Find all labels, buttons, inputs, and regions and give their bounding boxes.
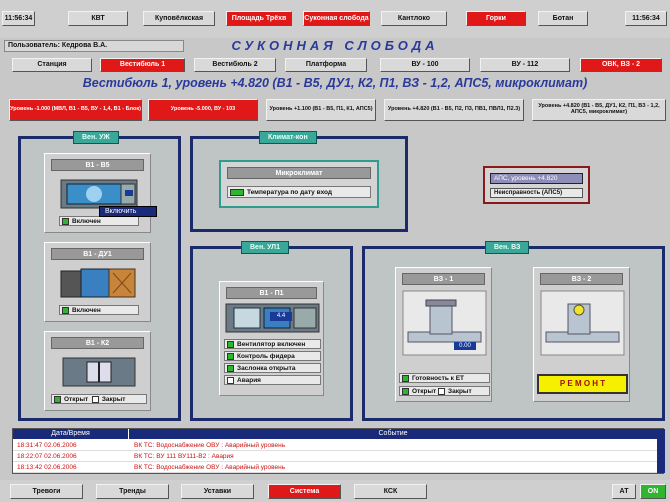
unit-vz-2-label: ВЗ - 2 — [540, 273, 623, 285]
unit-v1-p1[interactable]: В1 - П1 4.4 Вентилятор включен Контроль … — [219, 281, 324, 396]
unit-v1-du1-status: Включен — [59, 305, 139, 315]
top-nav-botan[interactable]: Ботан — [538, 11, 588, 26]
event-row[interactable]: 18:13:42 02.06.2006 ВК ТС: Водоснабжение … — [13, 462, 657, 473]
unit-v1-v5-label: В1 - В5 — [51, 159, 144, 171]
unit-vz-1[interactable]: ВЗ - 1 0.00 Готовность к ЕТ Открыт Закры… — [395, 267, 492, 402]
bottom-nav-ksk[interactable]: КСК — [354, 484, 427, 499]
bottom-nav-trends[interactable]: Тренды — [96, 484, 169, 499]
p1-status-alarm: Авария — [224, 375, 321, 385]
vz1-status-valve: Открыт Закрыт — [399, 386, 490, 396]
events-rows: 18:31:47 02.06.2006 ВК ТС: Водоснабжение … — [13, 440, 657, 473]
top-clock-right: 11:56:34 — [625, 11, 667, 26]
event-time: 18:13:42 02.06.2006 — [17, 464, 77, 471]
unit-v1-du1-label: В1 - ДУ1 — [51, 248, 144, 260]
top-nav: 11:56:34 КВТ Куповёлкская Площадь Трёхв … — [0, 0, 670, 38]
event-row[interactable]: 18:31:47 02.06.2006 ВК ТС: Водоснабжение … — [13, 440, 657, 451]
climate-row: Температура по дату вход — [227, 186, 371, 198]
unit-v1-v5[interactable]: В1 - В5 Включен — [44, 153, 151, 233]
user-bar: Пользователь: Кедрова В.А. — [4, 40, 184, 52]
sub-nav-vest2[interactable]: Вестибюль 2 — [194, 58, 276, 72]
event-text: ВК ТС: ВУ 111 ВУ111-В2 : Авария — [134, 453, 234, 460]
level-tab-3[interactable]: Уровень +1.100 (В1 - В5, П1, К1, АПС5) — [266, 99, 376, 121]
top-nav-ploshad[interactable]: Площадь Трёхв — [226, 11, 292, 26]
level-tab-1[interactable]: Уровень -1.000 (МВЛ, В1 - В5, ВУ - 1,4, … — [9, 99, 142, 121]
panel-climate-title: Климат-кон — [259, 131, 317, 144]
event-text: ВК ТС: Водоснабжение ОВУ : Аварийный уро… — [134, 442, 286, 449]
sub-nav-ovk[interactable]: ОВК, ВЗ - 2 — [580, 58, 662, 72]
event-text: ВК ТС: Водоснабжение ОВУ : Аварийный уро… — [134, 464, 286, 471]
bottom-nav-alarms[interactable]: Тревоги — [10, 484, 83, 499]
top-nav-kupov[interactable]: Куповёлкская — [143, 11, 215, 26]
bottom-code: АТ — [612, 484, 636, 499]
top-nav-kvt[interactable]: КВТ — [68, 11, 128, 26]
sub-nav-vest1[interactable]: Вестибюль 1 — [100, 58, 185, 72]
valve-icon — [540, 290, 625, 356]
event-time: 18:22:07 02.06.2006 — [17, 453, 77, 460]
climate-header: Микроклимат — [227, 167, 371, 179]
aps-fault: Неисправность (АПС5) — [490, 188, 583, 198]
sub-nav-station[interactable]: Станция — [12, 58, 92, 72]
panel-climate: Климат-кон Микроклимат Температура по да… — [190, 131, 408, 232]
unit-v1-k2-status: Открыт Закрыт — [51, 394, 147, 404]
unit-v1-p1-label: В1 - П1 — [226, 287, 317, 299]
station-title: СУКОННАЯ СЛОБОДА — [231, 38, 439, 53]
level-tabs: Уровень -1.000 (МВЛ, В1 - В5, ВУ - 1,4, … — [0, 97, 670, 123]
climate-box[interactable]: Микроклимат Температура по дату вход — [219, 160, 379, 208]
panel-vent-vz: Вен. ВЗ ВЗ - 1 0.00 Готовность к ЕТ Откр… — [362, 241, 665, 421]
panel-vent-uzh: Вен. УЖ В1 - В5 Включен Включить В1 - ДУ… — [18, 131, 181, 421]
bottom-indicator: ON — [640, 484, 666, 499]
unit-v1-v5-status: Включен — [59, 216, 139, 226]
sub-nav-vu112[interactable]: ВУ - 112 — [480, 58, 570, 72]
smoke-fan-icon — [60, 268, 136, 298]
bottom-nav: Тревоги Тренды Уставки Система КСК АТ ON — [0, 480, 670, 502]
p1-status-fan: Вентилятор включен — [224, 339, 321, 349]
aps-box[interactable]: АПС, уровень +4.820 Неисправность (АПС5) — [483, 166, 590, 204]
top-nav-kantlo[interactable]: Кантлоко — [381, 11, 447, 26]
top-nav-sukonnaya[interactable]: Суконная слобода — [303, 11, 370, 26]
event-row[interactable]: 18:22:07 02.06.2006 ВК ТС: ВУ 111 ВУ111-В… — [13, 451, 657, 462]
aps-level: АПС, уровень +4.820 — [490, 173, 583, 184]
sub-nav-platform[interactable]: Платформа — [285, 58, 367, 72]
unit-vz-1-label: ВЗ - 1 — [402, 273, 485, 285]
vz1-readout: 0.00 — [454, 342, 476, 350]
level-tab-2[interactable]: Уровень -5.000, ВУ - 103 — [148, 99, 258, 121]
panel-vent-uzh-title: Вен. УЖ — [73, 131, 119, 144]
vz1-status-ready: Готовность к ЕТ — [399, 373, 490, 383]
unit-v1-k2-label: В1 - К2 — [51, 337, 144, 349]
unit-vz-2[interactable]: ВЗ - 2 Р Е М О Н Т — [533, 267, 630, 402]
p1-readout: 4.4 — [270, 312, 292, 321]
panel-vent-ul1-title: Вен. УЛ1 — [241, 241, 289, 254]
panel-vent-ul1: Вен. УЛ1 В1 - П1 4.4 Вентилятор включен … — [190, 241, 353, 421]
p1-status-feeder: Контроль фидера — [224, 351, 321, 361]
level-tab-4[interactable]: Уровень +4.820 (В1 - В5, П2, П3, ПВ1, ПВ… — [384, 99, 524, 121]
event-time: 18:31:47 02.06.2006 — [17, 442, 77, 449]
events-header-event: Событие — [128, 429, 657, 439]
section-title: Вестибюль 1, уровень +4.820 (В1 - В5, ДУ… — [82, 76, 588, 90]
bottom-nav-setpoints[interactable]: Уставки — [181, 484, 254, 499]
events-table: Дата/Время Событие 18:31:47 02.06.2006 ВК… — [12, 428, 665, 474]
bottom-nav-system[interactable]: Система — [268, 484, 341, 499]
p1-status-damper: Заслонка открыта — [224, 363, 321, 373]
top-nav-gorki[interactable]: Горки — [466, 11, 526, 26]
level-tab-5[interactable]: Уровень +4.820 (В1 - В5, ДУ1, К2, П1, ВЗ… — [532, 99, 666, 121]
top-clock-left: 11:56:34 — [2, 11, 35, 26]
panel-vent-vz-title: Вен. ВЗ — [485, 241, 530, 254]
sub-nav: Станция Вестибюль 1 Вестибюль 2 Платформ… — [0, 56, 670, 74]
sub-nav-vu100[interactable]: ВУ - 100 — [380, 58, 470, 72]
unit-v1-du1[interactable]: В1 - ДУ1 Включен — [44, 242, 151, 322]
tooltip-enable[interactable]: Включить — [99, 206, 157, 217]
events-header-time: Дата/Время — [13, 429, 128, 439]
unit-v1-k2[interactable]: В1 - К2 Открыт Закрыт — [44, 331, 151, 411]
events-scrollbar[interactable] — [657, 429, 665, 473]
damper-icon — [62, 357, 136, 387]
repair-badge: Р Е М О Н Т — [537, 374, 628, 394]
